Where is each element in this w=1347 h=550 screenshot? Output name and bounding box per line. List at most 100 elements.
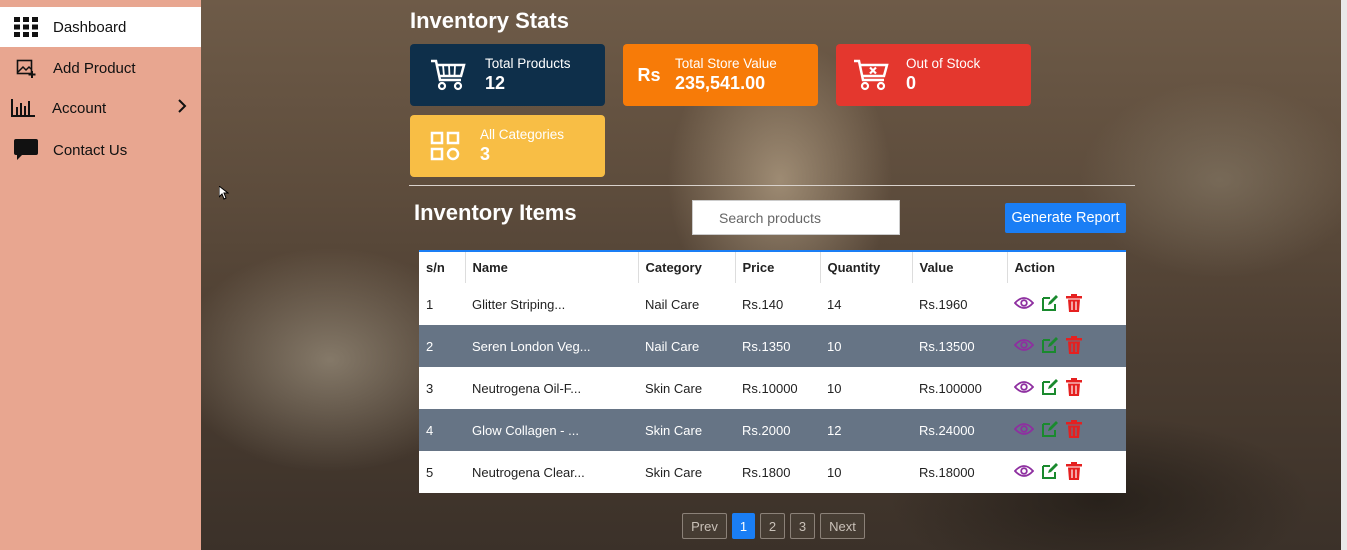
table-row: 2 Seren London Veg... Nail Care Rs.1350 … bbox=[419, 325, 1126, 367]
cell-quantity: 10 bbox=[820, 325, 912, 367]
page-button-1[interactable]: 1 bbox=[732, 513, 755, 539]
cell-price: Rs.140 bbox=[735, 283, 820, 325]
table-row: 3 Neutrogena Oil-F... Skin Care Rs.10000… bbox=[419, 367, 1126, 409]
delete-icon[interactable] bbox=[1066, 461, 1082, 483]
edit-icon[interactable] bbox=[1041, 294, 1059, 315]
view-icon[interactable] bbox=[1013, 296, 1035, 313]
cell-value: Rs.24000 bbox=[912, 409, 1007, 451]
stat-value: 0 bbox=[906, 73, 917, 93]
cell-category: Nail Care bbox=[638, 325, 735, 367]
cart-icon bbox=[410, 59, 485, 91]
column-header: Name bbox=[465, 251, 639, 283]
view-icon[interactable] bbox=[1013, 380, 1035, 397]
generate-report-button[interactable]: Generate Report bbox=[1005, 203, 1126, 233]
stat-value: 3 bbox=[480, 144, 491, 164]
cell-quantity: 10 bbox=[820, 451, 912, 493]
cell-category: Skin Care bbox=[638, 451, 735, 493]
cell-value: Rs.100000 bbox=[912, 367, 1007, 409]
add-image-icon bbox=[13, 57, 39, 79]
cell-price: Rs.1800 bbox=[735, 451, 820, 493]
view-icon[interactable] bbox=[1013, 464, 1035, 481]
scrollbar[interactable] bbox=[1341, 0, 1347, 550]
pagination: Prev 1 2 3 Next bbox=[682, 513, 865, 539]
stat-label: Total Products bbox=[485, 56, 571, 71]
stat-card-out-of-stock: Out of Stock 0 bbox=[836, 44, 1031, 106]
delete-icon[interactable] bbox=[1066, 335, 1082, 357]
cell-price: Rs.1350 bbox=[735, 325, 820, 367]
categories-icon bbox=[410, 131, 480, 161]
stats-title: Inventory Stats bbox=[410, 8, 569, 33]
stat-card-total-products: Total Products 12 bbox=[410, 44, 605, 106]
sidebar-item-contact-us[interactable]: Contact Us bbox=[0, 130, 201, 170]
view-icon[interactable] bbox=[1013, 422, 1035, 439]
cell-value: Rs.1960 bbox=[912, 283, 1007, 325]
table-header-row: s/n Name Category Price Quantity Value A… bbox=[419, 251, 1126, 283]
column-header: Category bbox=[638, 251, 736, 283]
stat-card-total-store-value: Rs Total Store Value 235,541.00 bbox=[623, 44, 818, 106]
cell-value: Rs.18000 bbox=[912, 451, 1007, 493]
sidebar-item-label: Add Product bbox=[53, 59, 136, 77]
cell-category: Skin Care bbox=[638, 367, 735, 409]
inventory-table: s/n Name Category Price Quantity Value A… bbox=[419, 250, 1126, 493]
page-button-3[interactable]: 3 bbox=[790, 513, 815, 539]
stat-card-all-categories: All Categories 3 bbox=[410, 115, 605, 177]
cell-name: Glow Collagen - ... bbox=[465, 409, 638, 451]
cell-price: Rs.10000 bbox=[735, 367, 820, 409]
stat-label: Out of Stock bbox=[906, 56, 981, 71]
cell-sn: 1 bbox=[419, 283, 465, 325]
next-page-button[interactable]: Next bbox=[820, 513, 865, 539]
cell-name: Neutrogena Oil-F... bbox=[465, 367, 638, 409]
section-divider bbox=[409, 185, 1135, 186]
cell-name: Glitter Striping... bbox=[465, 283, 638, 325]
delete-icon[interactable] bbox=[1066, 293, 1082, 315]
column-header: s/n bbox=[419, 251, 466, 283]
cell-action bbox=[1007, 283, 1126, 325]
sidebar-item-dashboard[interactable]: Dashboard bbox=[0, 7, 201, 47]
stat-value: 12 bbox=[485, 73, 506, 93]
cell-action bbox=[1007, 325, 1126, 367]
chevron-right-icon bbox=[177, 98, 187, 118]
cell-sn: 5 bbox=[419, 451, 465, 493]
search-input[interactable] bbox=[692, 200, 900, 235]
sidebar-item-account[interactable]: Account bbox=[0, 88, 201, 128]
table-row: 4 Glow Collagen - ... Skin Care Rs.2000 … bbox=[419, 409, 1126, 451]
table-row: 1 Glitter Striping... Nail Care Rs.140 1… bbox=[419, 283, 1126, 325]
cart-x-icon bbox=[836, 59, 906, 91]
delete-icon[interactable] bbox=[1066, 419, 1082, 441]
cell-action bbox=[1007, 367, 1126, 409]
cell-category: Skin Care bbox=[638, 409, 735, 451]
prev-page-button[interactable]: Prev bbox=[682, 513, 727, 539]
cell-category: Nail Care bbox=[638, 283, 735, 325]
sidebar-item-label: Account bbox=[52, 99, 107, 117]
cell-value: Rs.13500 bbox=[912, 325, 1007, 367]
edit-icon[interactable] bbox=[1041, 336, 1059, 357]
edit-icon[interactable] bbox=[1041, 378, 1059, 399]
delete-icon[interactable] bbox=[1066, 377, 1082, 399]
page-button-2[interactable]: 2 bbox=[760, 513, 785, 539]
table-row: 5 Neutrogena Clear... Skin Care Rs.1800 … bbox=[419, 451, 1126, 493]
cell-quantity: 12 bbox=[820, 409, 912, 451]
column-header: Action bbox=[1007, 251, 1126, 283]
cell-sn: 2 bbox=[419, 325, 465, 367]
stat-label: All Categories bbox=[480, 127, 565, 142]
grid-icon bbox=[13, 16, 39, 38]
column-header: Value bbox=[912, 251, 1008, 283]
cell-price: Rs.2000 bbox=[735, 409, 820, 451]
stat-value: 235,541.00 bbox=[675, 73, 766, 93]
sidebar: Dashboard Add Product Account Contact Us bbox=[0, 0, 201, 550]
cell-action bbox=[1007, 409, 1126, 451]
cell-sn: 4 bbox=[419, 409, 465, 451]
sidebar-item-label: Dashboard bbox=[53, 18, 127, 36]
edit-icon[interactable] bbox=[1041, 462, 1059, 483]
edit-icon[interactable] bbox=[1041, 420, 1059, 441]
bar-chart-icon bbox=[10, 97, 36, 119]
mouse-cursor-icon bbox=[218, 184, 230, 205]
chat-icon bbox=[13, 139, 39, 161]
view-icon[interactable] bbox=[1013, 338, 1035, 355]
sidebar-item-add-product[interactable]: Add Product bbox=[0, 48, 201, 88]
cell-quantity: 10 bbox=[820, 367, 912, 409]
column-header: Price bbox=[735, 251, 821, 283]
rupee-icon: Rs bbox=[637, 64, 661, 85]
sidebar-item-label: Contact Us bbox=[53, 141, 128, 159]
cell-action bbox=[1007, 451, 1126, 493]
